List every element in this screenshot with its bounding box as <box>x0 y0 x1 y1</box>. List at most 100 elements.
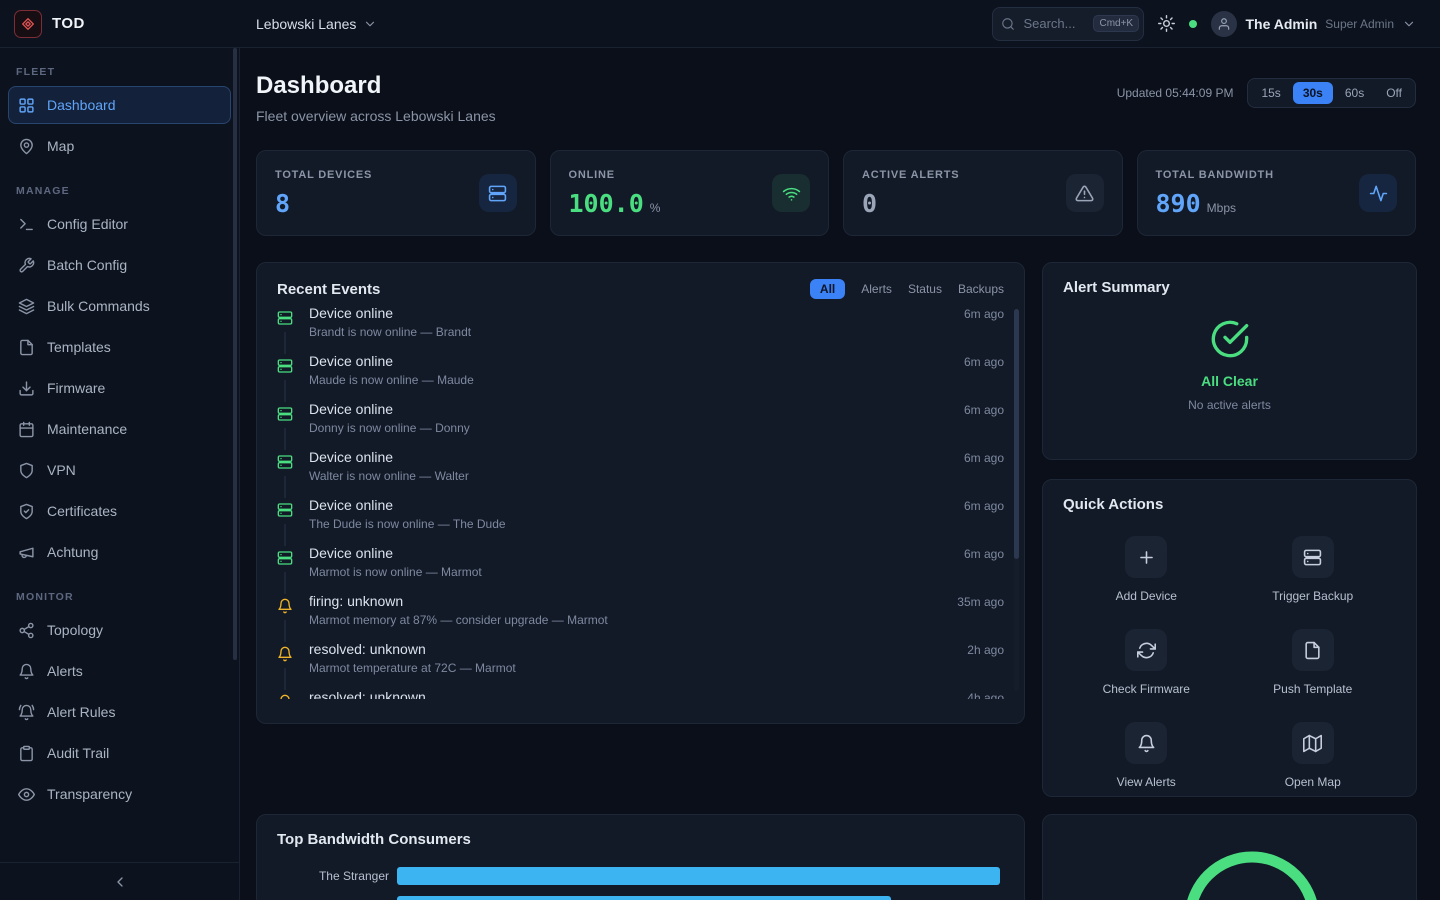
wrench-icon <box>18 257 35 274</box>
user-icon <box>1217 17 1231 31</box>
event-item: Device online Marmot is now online — Mar… <box>277 543 1004 591</box>
event-time: 6m ago <box>964 403 1004 417</box>
sidebar-item-label: Batch Config <box>47 257 127 273</box>
quick-action-open-map[interactable]: Open Map <box>1285 722 1341 789</box>
search-input[interactable] <box>1023 16 1085 31</box>
sidebar-item-topology[interactable]: Topology <box>8 611 231 649</box>
bell-ring-icon <box>18 704 35 721</box>
stat-label: Total Devices <box>275 169 372 181</box>
quick-action-trigger-backup[interactable]: Trigger Backup <box>1272 536 1353 603</box>
server-icon <box>277 454 293 470</box>
layers-icon <box>18 298 35 315</box>
event-time: 35m ago <box>957 595 1004 609</box>
filter-alerts[interactable]: Alerts <box>861 282 892 296</box>
stat-label: Total Bandwidth <box>1156 169 1274 181</box>
filter-backups[interactable]: Backups <box>958 282 1004 296</box>
bell-icon <box>277 646 293 662</box>
recent-events-card: Recent Events All Alerts Status Backups … <box>256 262 1025 724</box>
quick-action-label: Push Template <box>1273 682 1352 696</box>
sun-icon <box>1158 15 1175 32</box>
sidebar-item-config-editor[interactable]: Config Editor <box>8 205 231 243</box>
sidebar-section-fleet: Fleet <box>16 66 223 78</box>
sidebar-item-label: Achtung <box>47 544 98 560</box>
alert-status: All Clear <box>1201 373 1258 389</box>
sidebar-item-alert-rules[interactable]: Alert Rules <box>8 693 231 731</box>
event-title: firing: unknown <box>309 593 957 609</box>
sidebar-item-templates[interactable]: Templates <box>8 328 231 366</box>
sidebar-item-bulk-commands[interactable]: Bulk Commands <box>8 287 231 325</box>
stat-card-total-devices: Total Devices 8 <box>256 150 536 236</box>
filter-status[interactable]: Status <box>908 282 942 296</box>
sidebar-item-dashboard[interactable]: Dashboard <box>8 86 231 124</box>
events-scrollbar[interactable] <box>1014 309 1019 691</box>
sidebar-item-audit-trail[interactable]: Audit Trail <box>8 734 231 772</box>
app-logo-icon <box>14 10 42 38</box>
sidebar-item-transparency[interactable]: Transparency <box>8 775 231 813</box>
events-list[interactable]: Device online Brandt is now online — Bra… <box>277 303 1004 699</box>
event-title: Device online <box>309 353 964 369</box>
server-icon <box>277 358 293 374</box>
quick-action-label: Open Map <box>1285 775 1341 789</box>
sidebar-item-firmware[interactable]: Firmware <box>8 369 231 407</box>
quick-action-view-alerts[interactable]: View Alerts <box>1117 722 1176 789</box>
bandwidth-device-label: The Stranger <box>277 869 389 883</box>
user-menu[interactable]: The Admin Super Admin <box>1211 11 1416 37</box>
sidebar-item-maintenance[interactable]: Maintenance <box>8 410 231 448</box>
stat-value: 100.0 <box>569 189 644 218</box>
refresh-option-off[interactable]: Off <box>1376 82 1412 104</box>
sidebar-item-batch-config[interactable]: Batch Config <box>8 246 231 284</box>
bandwidth-row: Walter <box>277 896 1004 900</box>
page-subtitle: Fleet overview across Lebowski Lanes <box>256 108 496 124</box>
bell-icon <box>277 694 293 699</box>
filter-all[interactable]: All <box>810 279 845 299</box>
sidebar-section-monitor: Monitor <box>16 591 223 603</box>
bell-icon <box>1137 734 1156 753</box>
sidebar-item-certificates[interactable]: Certificates <box>8 492 231 530</box>
refresh-option-60s[interactable]: 60s <box>1335 82 1374 104</box>
refresh-interval-control: 15s 30s 60s Off <box>1247 78 1416 108</box>
sidebar-item-label: Config Editor <box>47 216 128 232</box>
event-title: Device online <box>309 449 964 465</box>
sidebar-scrollbar[interactable] <box>233 48 237 660</box>
sidebar-item-map[interactable]: Map <box>8 127 231 165</box>
event-title: Device online <box>309 401 964 417</box>
event-item: resolved: unknown 4h ago <box>277 687 1004 699</box>
map-pin-icon <box>18 138 35 155</box>
event-time: 6m ago <box>964 451 1004 465</box>
bandwidth-bar <box>397 867 1000 885</box>
refresh-option-15s[interactable]: 15s <box>1251 82 1290 104</box>
sidebar: Fleet Dashboard Map Manage Config Editor… <box>0 48 240 900</box>
sidebar-collapse-button[interactable] <box>112 874 128 890</box>
sidebar-footer <box>0 862 239 900</box>
chevron-down-icon <box>363 17 377 31</box>
sidebar-item-achtung[interactable]: Achtung <box>8 533 231 571</box>
bandwidth-row: The Stranger <box>277 867 1004 885</box>
stat-value: 8 <box>275 189 290 218</box>
stat-card-active-alerts: Active Alerts 0 <box>843 150 1123 236</box>
sidebar-item-label: Firmware <box>47 380 105 396</box>
event-description: Maude is now online — Maude <box>309 373 964 387</box>
server-icon <box>1303 548 1322 567</box>
network-health-card: Network Health <box>1042 814 1417 900</box>
refresh-option-30s[interactable]: 30s <box>1293 82 1333 104</box>
event-title: Device online <box>309 497 964 513</box>
search-box[interactable]: Cmd+K <box>992 7 1144 41</box>
quick-action-push-template[interactable]: Push Template <box>1273 629 1352 696</box>
sidebar-item-label: Transparency <box>47 786 132 802</box>
event-item: Device online Walter is now online — Wal… <box>277 447 1004 495</box>
events-scrollbar-thumb[interactable] <box>1014 309 1019 559</box>
event-time: 4h ago <box>967 691 1004 699</box>
event-description: Marmot is now online — Marmot <box>309 565 964 579</box>
quick-action-add-device[interactable]: Add Device <box>1116 536 1177 603</box>
event-description: The Dude is now online — The Dude <box>309 517 964 531</box>
sidebar-item-vpn[interactable]: VPN <box>8 451 231 489</box>
file-icon <box>1303 641 1322 660</box>
sidebar-item-label: Certificates <box>47 503 117 519</box>
theme-toggle-button[interactable] <box>1158 15 1175 32</box>
org-selector[interactable]: Lebowski Lanes <box>256 16 377 32</box>
sidebar-item-label: Map <box>47 138 74 154</box>
sidebar-item-label: Bulk Commands <box>47 298 150 314</box>
quick-action-check-firmware[interactable]: Check Firmware <box>1103 629 1190 696</box>
sidebar-item-alerts[interactable]: Alerts <box>8 652 231 690</box>
clipboard-icon <box>18 745 35 762</box>
